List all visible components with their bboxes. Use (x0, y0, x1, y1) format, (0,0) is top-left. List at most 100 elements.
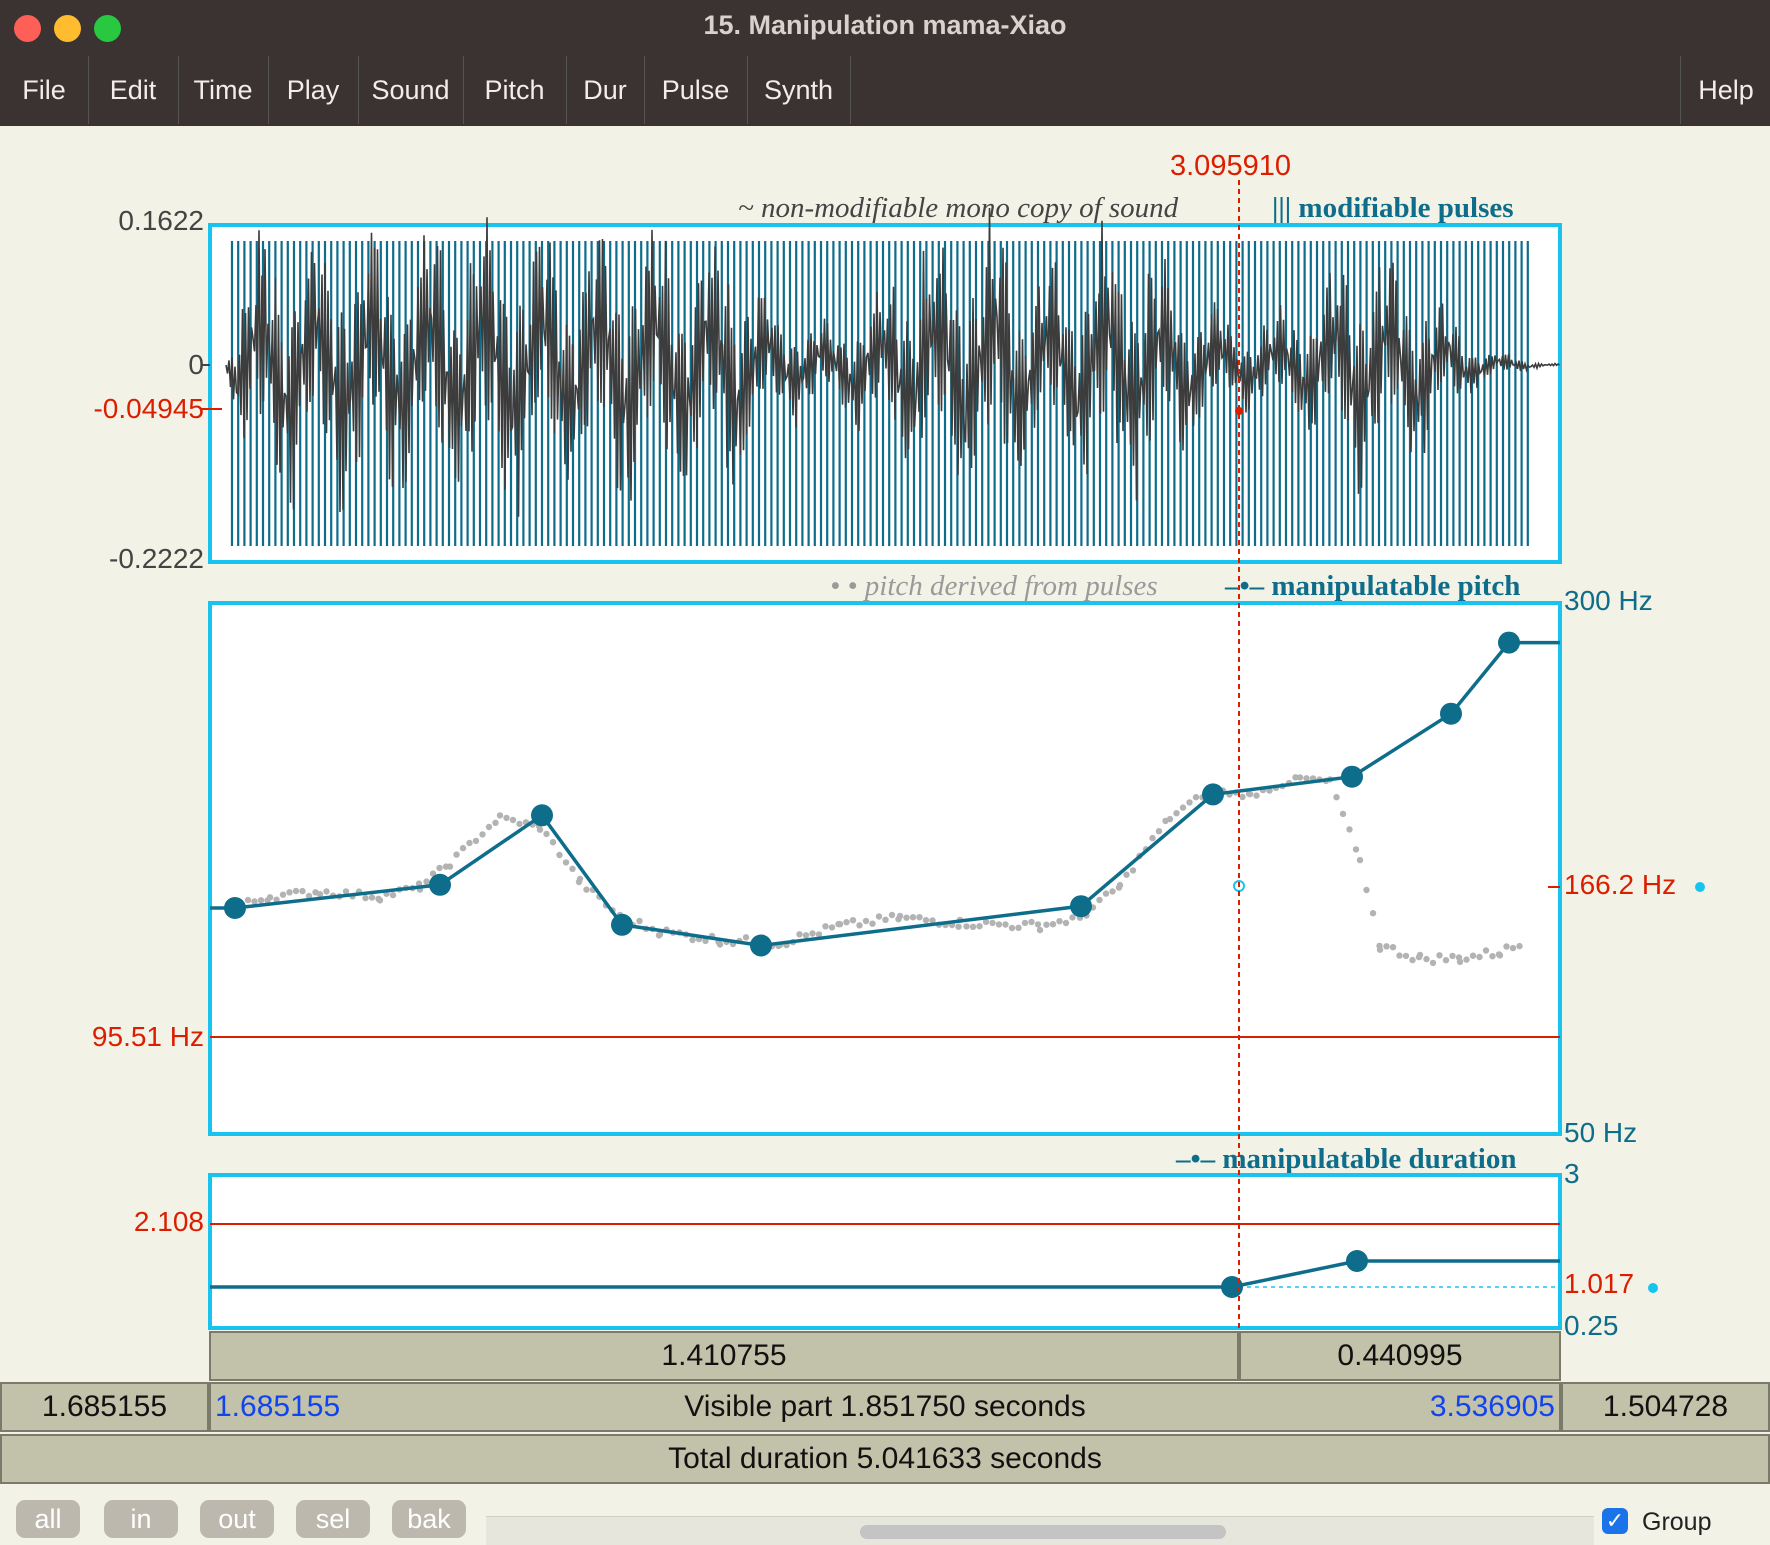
before-visible-cell[interactable]: 1.685155 (0, 1382, 209, 1432)
pitch-points (224, 631, 1520, 957)
derived-pitch-dot (636, 917, 643, 925)
derived-pitch-dot (1206, 787, 1214, 795)
derived-pitch-dot (1116, 881, 1124, 889)
group-checkbox[interactable]: ✓ (1602, 1508, 1628, 1534)
scrollbar-thumb[interactable] (860, 1525, 1226, 1539)
after-visible-cell[interactable]: 1.504728 (1561, 1382, 1770, 1432)
zoom-all-button[interactable]: all (16, 1500, 80, 1538)
derived-pitch-dot (299, 887, 306, 895)
visible-start: 1.685155 (215, 1390, 341, 1423)
derived-pitch-dot (1516, 942, 1523, 950)
derived-pitch-dot (616, 911, 624, 919)
derived-pitch-dot (231, 903, 239, 910)
derived-pitch-dot (708, 932, 716, 940)
derived-pitch-dot (1356, 856, 1364, 864)
menu-pulse[interactable]: Pulse (644, 56, 748, 124)
derived-pitch-dot (655, 932, 663, 939)
zoom-back-button[interactable]: bak (392, 1500, 466, 1538)
derived-pitch-dot (602, 902, 610, 909)
selection-right-cell[interactable]: 0.440995 (1239, 1331, 1561, 1381)
duration-top-label: 3 (1564, 1158, 1580, 1189)
menu-file[interactable]: File (0, 56, 89, 124)
zoom-sel-button[interactable]: sel (296, 1500, 370, 1538)
derived-pitch-dot (776, 941, 784, 948)
derived-pitch-dot (549, 839, 557, 846)
derived-pitch-dot (292, 887, 300, 895)
derived-pitch-dot (1102, 890, 1110, 897)
derived-pitch-dot (1015, 924, 1022, 931)
derived-pitch-dot (642, 925, 650, 932)
pitch-point (1202, 783, 1224, 806)
pitch-cursor-bullet (1695, 882, 1705, 892)
derived-pitch-dot (1456, 958, 1464, 965)
derived-pitch-dot (929, 917, 936, 924)
derived-pitch-dot (1495, 951, 1503, 958)
menu-time[interactable]: Time (178, 56, 269, 124)
derived-pitch-dot (1075, 911, 1083, 918)
derived-pitch-dot (1096, 896, 1103, 904)
total-duration-cell[interactable]: Total duration 5.041633 seconds (0, 1434, 1770, 1484)
derived-pitch-dot (1463, 956, 1470, 963)
derived-pitch-dot (1246, 791, 1254, 798)
derived-pitch-dot (376, 897, 384, 904)
derived-pitch-dot (1136, 852, 1143, 860)
derived-pitch-dot (251, 898, 258, 905)
derived-pitch-dot (1123, 871, 1130, 878)
waveform (225, 207, 1560, 517)
derived-pitch-dot (796, 931, 803, 938)
derived-pitch-dot (1219, 787, 1227, 794)
horizontal-scrollbar[interactable] (486, 1516, 1594, 1545)
title-bar: 15. Manipulation mama-Xiao (0, 0, 1770, 57)
derived-pitch-dot (1396, 952, 1403, 959)
derived-pitch-dot (286, 889, 293, 896)
pitch-cursor-value: 166.2 Hz (1564, 869, 1677, 900)
derived-pitch-dot (1062, 919, 1070, 927)
derived-pitch-dot (536, 826, 544, 833)
menu-play[interactable]: Play (268, 56, 359, 124)
derived-pitch-dot (1213, 787, 1220, 794)
menu-pitch[interactable]: Pitch (463, 56, 567, 124)
derived-pitch-dot (956, 916, 964, 924)
derived-pitch-dot (669, 929, 677, 936)
derived-pitch-dot (429, 870, 437, 877)
derived-pitch-dot (922, 917, 930, 924)
derived-pitch-dot (1205, 786, 1213, 793)
manipulation-canvas[interactable] (0, 0, 1770, 1544)
duration-bottom-label: 0.25 (1564, 1310, 1619, 1341)
derived-pitch-dot (809, 930, 816, 937)
derived-pitch-dot (1115, 884, 1123, 891)
derived-pitch-dot (1069, 914, 1076, 921)
derived-pitch-dot (529, 821, 536, 828)
derived-pitch-dot (775, 942, 782, 950)
derived-pitch-dot (835, 920, 842, 928)
derived-pitch-dot (783, 941, 790, 949)
pitch-point (1440, 702, 1462, 725)
derived-pitch-dot (543, 830, 550, 838)
selection-left-cell[interactable]: 1.410755 (209, 1331, 1239, 1381)
group-label: Group (1642, 1508, 1712, 1536)
derived-pitch-dot (522, 819, 530, 826)
zoom-in-button[interactable]: in (104, 1500, 178, 1538)
derived-pitch-dot (828, 924, 836, 931)
manipulated-duration-line (210, 1259, 1560, 1289)
derived-pitch-dot (676, 929, 683, 936)
derived-pitch-dot (723, 938, 730, 946)
derived-pitch-dot (689, 936, 696, 944)
menu-synth[interactable]: Synth (747, 56, 851, 124)
derived-pitch-dot (375, 895, 382, 902)
sound-zero-label: 0 (188, 349, 204, 380)
derived-pitch-dot (279, 891, 287, 898)
derived-pitch-dot (349, 893, 356, 900)
derived-pitch-dot (1309, 775, 1317, 782)
menu-dur[interactable]: Dur (566, 56, 645, 124)
menu-help[interactable]: Help (1680, 56, 1770, 124)
visible-part-cell[interactable]: 1.685155 Visible part 1.851750 seconds 3… (209, 1382, 1561, 1432)
derived-pitch-dot (749, 940, 756, 947)
menu-sound[interactable]: Sound (358, 56, 464, 124)
derived-pitch-dot (1346, 826, 1353, 833)
pulse-marks (230, 241, 1529, 546)
derived-pitch-dot (715, 938, 722, 946)
derived-pitch-dot (1279, 782, 1286, 790)
zoom-out-button[interactable]: out (200, 1500, 274, 1538)
menu-edit[interactable]: Edit (88, 56, 179, 124)
